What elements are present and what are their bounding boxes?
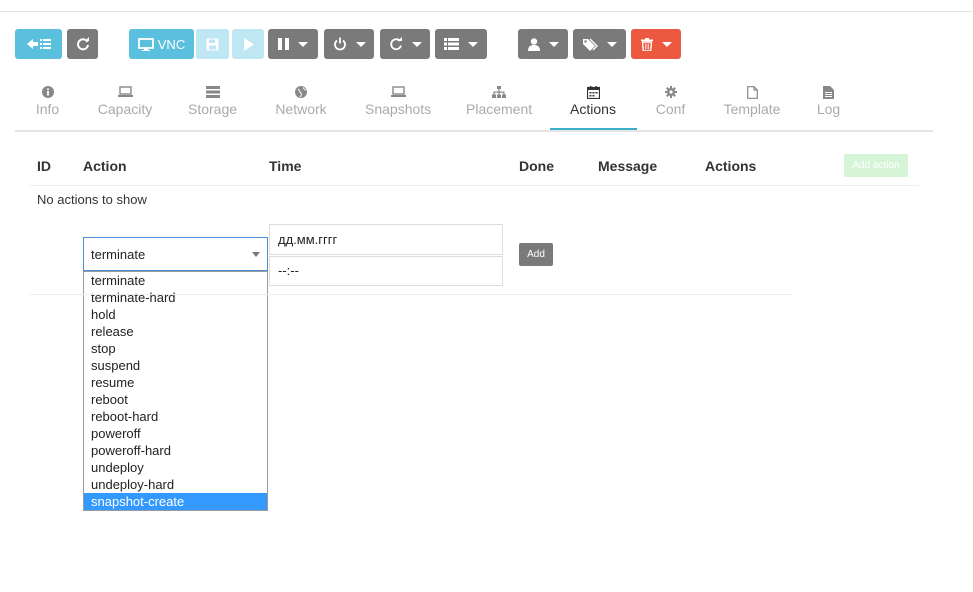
column-header-time: Time [269,158,302,174]
tags-icon [582,38,598,51]
dropdown-option[interactable]: undeploy-hard [84,476,267,493]
dropdown-option-highlighted[interactable]: snapshot-create [84,493,267,510]
power-icon [333,37,347,51]
tab-label: Info [35,101,60,117]
add-action-button[interactable]: Add action [844,154,908,177]
action-dropdown-list: terminate terminate-hard hold release st… [83,271,268,511]
dropdown-option[interactable]: hold [84,306,267,323]
dropdown-option[interactable]: stop [84,340,267,357]
vnc-label: VNC [157,36,186,52]
caret-down-icon [355,41,366,47]
column-header-action: Action [83,158,127,174]
floppy-disk-icon [206,38,219,51]
caret-down-icon [606,41,617,47]
back-to-list-button[interactable] [15,29,62,59]
info-icon [35,86,60,100]
redo-icon [389,37,403,51]
tab-label: Network [275,101,327,117]
action-select-value: terminate [91,247,146,262]
user-icon [527,37,540,51]
pause-menu-button[interactable] [268,29,318,59]
tab-label: Conf [655,101,686,117]
tab-label: Log [816,101,841,117]
play-icon [243,37,254,51]
caret-down-icon [298,41,308,47]
trash-icon [640,37,653,51]
refresh-icon [76,37,90,51]
user-menu-button[interactable] [518,29,568,59]
tab-label: Capacity [97,101,153,117]
storage-icon [188,86,237,100]
dropdown-option[interactable]: terminate [84,272,267,289]
reboot-menu-button[interactable] [380,29,430,59]
empty-table-message: No actions to show [37,192,147,207]
tab-capacity[interactable]: Capacity [97,86,153,117]
tab-label: Template [723,101,781,117]
dropdown-option[interactable]: resume [84,374,267,391]
column-header-done: Done [519,158,554,174]
tab-label: Actions [570,101,616,117]
time-field[interactable]: --:-- [269,256,503,286]
refresh-button[interactable] [67,29,98,59]
tab-conf[interactable]: Conf [653,86,688,117]
caret-down-icon [661,41,672,47]
tab-template[interactable]: Template [723,86,781,117]
file-text-icon [816,86,841,100]
delete-menu-button[interactable] [631,29,681,59]
tab-snapshots[interactable]: Snapshots [365,86,431,117]
arrow-left-list-icon [26,37,52,51]
dropdown-option[interactable]: poweroff [84,425,267,442]
dropdown-option[interactable]: poweroff-hard [84,442,267,459]
laptop-icon [365,86,431,100]
sitemap-icon [466,86,532,100]
dropdown-option[interactable]: terminate-hard [84,289,267,306]
column-header-actions: Actions [705,158,757,174]
caret-down-icon [548,41,559,47]
action-select[interactable]: terminate [83,237,268,271]
tab-placement[interactable]: Placement [466,86,532,117]
tab-storage[interactable]: Storage [188,86,237,117]
dropdown-option[interactable]: release [84,323,267,340]
calendar-icon [563,86,623,100]
tab-label: Storage [188,101,238,117]
tab-bar: Info Capacity Storage Network Snapshots … [15,78,933,132]
file-icon [723,86,781,100]
caret-down-icon [411,41,422,47]
list-menu-button[interactable] [435,29,487,59]
dropdown-option[interactable]: reboot-hard [84,408,267,425]
row-divider [30,294,793,295]
dropdown-option[interactable]: reboot [84,391,267,408]
tab-actions[interactable]: Actions [563,86,623,117]
dropdown-arrow-icon [252,252,260,257]
play-button[interactable] [232,29,264,59]
column-header-id: ID [37,158,51,174]
tab-label: Placement [466,101,533,117]
globe-icon [273,86,329,100]
dropdown-option[interactable]: undeploy [84,459,267,476]
monitor-icon [137,37,154,51]
tags-menu-button[interactable] [573,29,626,59]
pause-icon [278,38,289,50]
add-button[interactable]: Add [519,243,553,266]
laptop-icon [97,86,153,100]
column-header-message: Message [598,158,658,174]
tab-log[interactable]: Log [816,86,841,117]
top-divider [0,0,973,12]
gear-icon [653,86,688,100]
header-divider [30,185,919,186]
caret-down-icon [468,41,478,47]
power-menu-button[interactable] [324,29,374,59]
list-icon [444,38,459,50]
vnc-button[interactable]: VNC [129,29,194,59]
tab-info[interactable]: Info [35,86,60,117]
tab-label: Snapshots [365,101,432,117]
active-tab-indicator [550,128,637,130]
tab-network[interactable]: Network [273,86,329,117]
date-field[interactable]: дд.мм.гггг [269,224,503,255]
dropdown-option[interactable]: suspend [84,357,267,374]
save-button[interactable] [196,29,229,59]
